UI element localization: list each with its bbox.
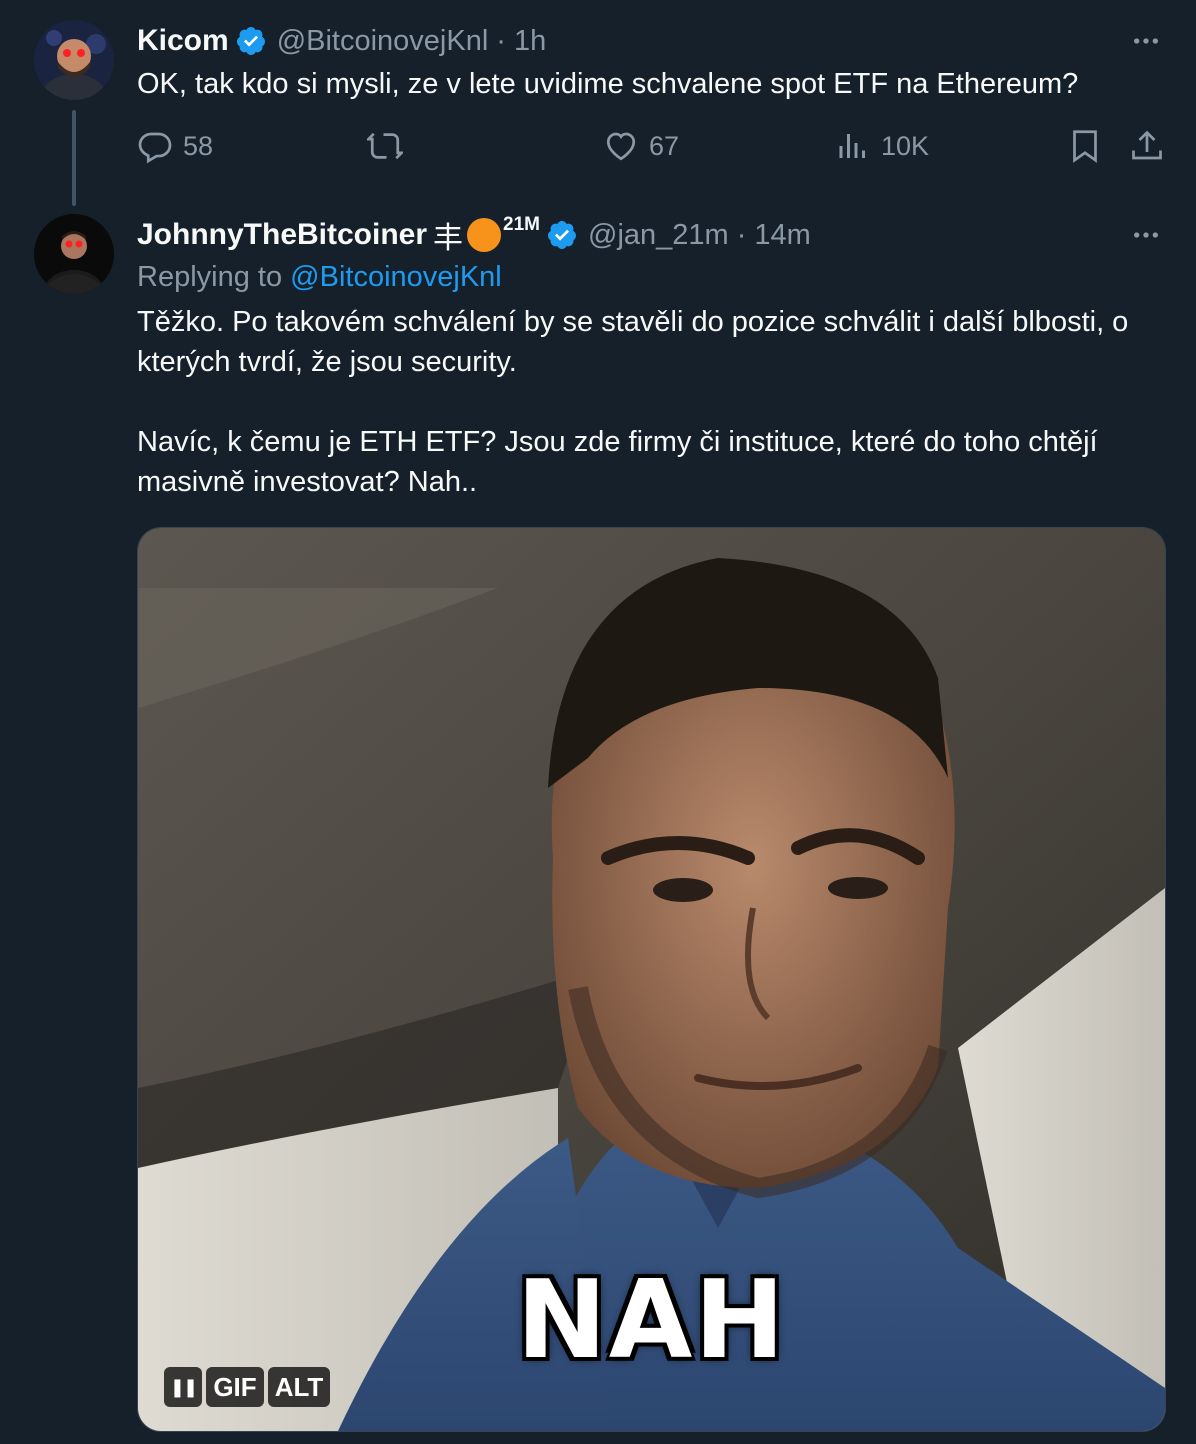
replying-to: Replying to @BitcoinovejKnl [137,261,502,294]
timestamp[interactable]: 14m [754,219,810,252]
separator: · [736,218,747,251]
reply-icon [138,132,172,164]
more-icon[interactable] [1130,219,1162,251]
gif-label: GIF [213,1371,257,1402]
tweet-text-paragraph-1: Těžko. Po takovém schválení by se stavěl… [137,306,1129,378]
avatar-kicom[interactable] [34,20,114,100]
tweet-header: Kicom @BitcoinovejKnl · 1h [137,20,546,62]
tweet-kicom[interactable]: Kicom @BitcoinovejKnl · 1h OK, tak kdo s… [0,0,1196,206]
thread-line [72,110,76,206]
replying-prefix: Replying to [137,261,283,293]
tweet-text: OK, tak kdo si mysli, ze v lete uvidime … [137,68,1079,100]
views-button[interactable]: 10K [835,128,929,164]
share-button[interactable] [1129,128,1165,164]
handle[interactable]: @jan_21m [588,219,729,252]
reply-count: 58 [183,130,214,161]
views-icon [839,134,865,158]
separator: · [496,24,506,57]
verified-badge-icon [236,27,265,55]
handle[interactable]: @BitcoinovejKnl [277,25,489,58]
bitcoin-orange-dot-icon [467,218,502,252]
tweet-text-paragraph-2: Navíc, k čemu je ETH ETF? Jsou zde firmy… [137,426,1098,498]
tweet-header: JohnnyTheBitcoiner 丰 21M @jan_21m · 14m [137,214,811,256]
retweet-button[interactable] [367,128,413,164]
alt-badge[interactable]: ALT [268,1367,330,1407]
reply-button[interactable]: 58 [137,128,213,164]
gif-media[interactable]: NAH ❚❚ GIF ALT [137,527,1166,1432]
name-glyph: 丰 [433,222,464,255]
gif-badge: GIF [206,1367,264,1407]
alt-label: ALT [274,1371,324,1402]
share-icon [1132,130,1162,160]
pause-button[interactable]: ❚❚ [164,1367,202,1407]
avatar-johnny[interactable] [34,214,114,294]
name-suffix: 21M [503,214,540,235]
more-icon[interactable] [1130,25,1162,57]
action-bar: 58 67 10K [137,128,1167,172]
views-count: 10K [881,130,930,161]
display-name[interactable]: Kicom [137,24,229,58]
retweet-icon [367,132,403,160]
verified-badge-icon [547,221,576,249]
display-name[interactable]: JohnnyTheBitcoiner [137,218,427,252]
gif-caption: NAH [516,1258,787,1383]
like-icon [606,132,636,161]
bookmark-button[interactable] [1067,128,1103,164]
like-button[interactable]: 67 [603,128,679,164]
bookmark-icon [1073,130,1097,163]
like-count: 67 [649,130,680,161]
timestamp[interactable]: 1h [514,25,546,58]
pause-icon: ❚❚ [169,1376,198,1397]
replying-handle-link[interactable]: @BitcoinovejKnl [290,261,502,293]
